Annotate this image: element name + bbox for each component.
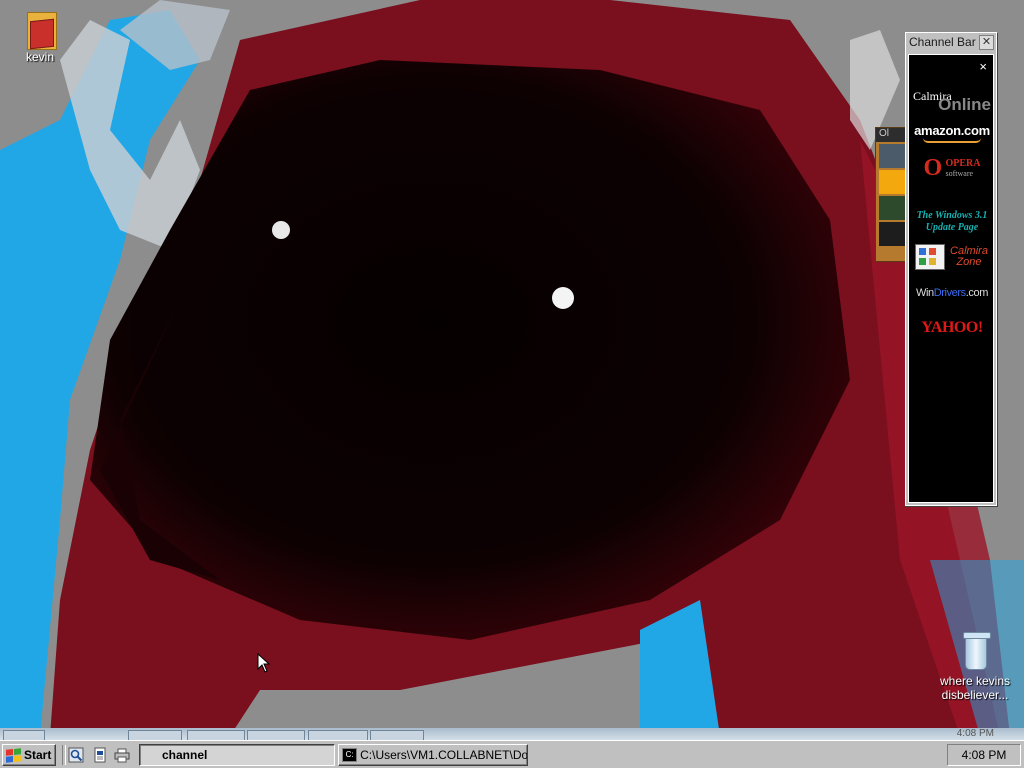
desktop-icon-kevin[interactable]: kevin: [0, 8, 80, 64]
system-tray[interactable]: 4:08 PM: [947, 744, 1021, 766]
channel-bar-window[interactable]: Channel Bar ✕ × Calmira Online amazon.co…: [905, 32, 997, 506]
channel-windows31-update[interactable]: The Windows 3.1 Update Page: [913, 210, 991, 234]
recycle-bin-icon: [960, 630, 991, 672]
close-icon[interactable]: ✕: [979, 34, 994, 50]
opera-logo-icon: O: [923, 155, 943, 181]
swatch: [879, 196, 905, 220]
task-label: C:\Users\VM1.COLLABNET\Do...: [360, 748, 527, 762]
channel-text: Drivers: [933, 287, 966, 299]
channel-calmira-online[interactable]: Calmira Online: [913, 89, 991, 117]
channel-bar-titlebar[interactable]: Channel Bar ✕: [906, 33, 996, 51]
channel-opera[interactable]: O OPERA software: [913, 155, 991, 182]
channel-text: .com: [965, 287, 989, 299]
clock[interactable]: 4:08 PM: [962, 748, 1007, 762]
desktop-icon-recycle-bin[interactable]: where kevins disbeliever...: [935, 630, 1015, 702]
mouse-cursor-icon: [257, 652, 271, 676]
channel-text: OPERA software: [945, 157, 981, 179]
desktop-icon-label: where kevins disbeliever...: [939, 674, 1011, 702]
desktop-wallpaper: [0, 0, 1024, 736]
calmira-zone-icon: [915, 244, 945, 270]
task-label: channel: [162, 748, 208, 762]
channel-text: YAHOO!: [921, 319, 983, 336]
explorer-icon[interactable]: [68, 747, 84, 763]
folder-icon: [25, 8, 57, 50]
channel-text: Update Page: [925, 222, 979, 233]
opera-name: OPERA: [945, 157, 981, 169]
channel-text: amazon.com: [914, 123, 990, 138]
swatch: [879, 222, 905, 246]
channel-list: × Calmira Online amazon.com O OPERA soft…: [908, 54, 994, 503]
ghost-clock: 4:08 PM: [956, 728, 994, 739]
panel-close-icon[interactable]: ×: [979, 59, 987, 74]
channel-text: Calmira Zone: [947, 246, 991, 268]
channel-calmira-zone[interactable]: Calmira Zone: [913, 244, 991, 272]
channel-windrivers[interactable]: WinDrivers.com: [913, 287, 991, 299]
channel-amazon[interactable]: amazon.com: [913, 123, 991, 143]
channel-bar-title: Channel Bar: [909, 35, 976, 49]
desktop-icon-label: kevin: [25, 50, 54, 64]
task-button-channel[interactable]: channel: [139, 744, 335, 766]
opera-sub: software: [945, 168, 974, 178]
background-window-title: Ol: [876, 128, 908, 142]
task-button-command-prompt[interactable]: C: C:\Users\VM1.COLLABNET\Do...: [338, 744, 528, 766]
document-icon[interactable]: [92, 747, 108, 763]
command-prompt-icon: C:: [342, 748, 358, 762]
channel-yahoo[interactable]: YAHOO!: [913, 319, 991, 337]
channel-text: The Windows 3.1: [916, 210, 988, 221]
channel-text: Online: [938, 95, 991, 114]
taskbar: Start channel C: C:\Users\VM1.COLLABNET\…: [0, 740, 1024, 768]
quick-launch-divider: [62, 745, 66, 765]
channel-text: Zone: [956, 256, 982, 268]
start-button[interactable]: Start: [2, 744, 56, 766]
host-taskbar-fragment: 4:08 PM: [0, 728, 1024, 743]
swatch: [879, 170, 905, 194]
channel-text: Win: [915, 287, 934, 299]
swatch: [879, 144, 905, 168]
windows-logo-icon: [6, 747, 21, 763]
printer-icon[interactable]: [114, 747, 130, 763]
start-label: Start: [24, 748, 52, 762]
background-window[interactable]: Ol: [875, 127, 909, 262]
amazon-swoosh-icon: [923, 138, 981, 143]
